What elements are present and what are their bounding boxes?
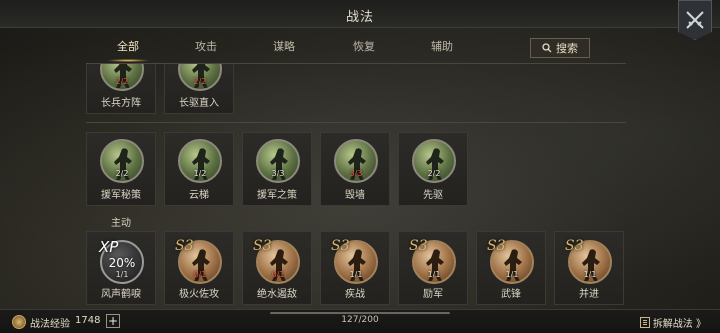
skill-count: 3/3 xyxy=(349,169,363,178)
progress-handle xyxy=(270,312,450,314)
skill-count: 1/1 xyxy=(583,270,597,279)
skill-percent: 20% xyxy=(108,256,136,270)
skill-count: 2/2 xyxy=(115,169,129,178)
search-label: 搜索 xyxy=(556,42,578,55)
skill-icon: 2/2 xyxy=(100,139,144,183)
grade-badge: S3 xyxy=(565,238,584,254)
skill-count: 2/2 xyxy=(115,77,129,86)
scroll-icon xyxy=(639,317,650,328)
tab-strategy[interactable]: 谋略 xyxy=(254,36,314,58)
skill-card-jizhan[interactable]: 1/1 S3 疾战 xyxy=(320,231,390,305)
skill-card-wufeng[interactable]: 1/1 S3 武锋 xyxy=(476,231,546,305)
skill-card-jueshuiedi[interactable]: 0/1 S3 绝水遏敌 xyxy=(242,231,312,305)
skill-card-jihuozuogong[interactable]: 0/1 S3 极火佐攻 xyxy=(164,231,234,305)
grade-badge: S3 xyxy=(487,238,506,254)
skill-count: 1/1 xyxy=(349,270,363,279)
tab-attack[interactable]: 攻击 xyxy=(176,36,236,58)
skill-icon: 1/2 xyxy=(178,139,222,183)
skill-name: 并进 xyxy=(579,289,599,300)
tab-support[interactable]: 辅助 xyxy=(412,36,472,58)
skill-count: 1/1 xyxy=(427,270,441,279)
tab-divider xyxy=(86,63,626,64)
skill-name: 毁墙 xyxy=(345,190,365,201)
skill-icon: 3/3 xyxy=(256,139,300,183)
skill-name: 长兵方阵 xyxy=(101,98,141,109)
skill-name: 长驱直入 xyxy=(179,98,219,109)
skill-card-yuanjunzhice[interactable]: 3/3 援军之策 xyxy=(242,132,312,206)
skill-count: 2/2 xyxy=(193,77,207,86)
skill-name: 励军 xyxy=(423,289,443,300)
crossed-swords-icon xyxy=(686,11,704,29)
section-label-active: 主动 xyxy=(111,218,131,229)
skill-name: 绝水遏敌 xyxy=(257,289,297,300)
skill-count: 1/2 xyxy=(193,169,207,178)
skill-count: 0/1 xyxy=(271,270,285,279)
skill-card-bingjin[interactable]: 1/1 S3 并进 xyxy=(554,231,624,305)
dismantle-button[interactable]: 拆解战法 》 xyxy=(639,315,706,330)
search-button[interactable]: 搜索 xyxy=(530,38,590,58)
skill-name: 云梯 xyxy=(189,190,209,201)
skill-name: 先驱 xyxy=(423,190,443,201)
tab-recovery[interactable]: 恢复 xyxy=(334,36,394,58)
skill-icon: 2/2 xyxy=(412,139,456,183)
skill-name: 援军秘策 xyxy=(101,190,141,201)
tab-all[interactable]: 全部 xyxy=(98,36,158,62)
top-bar: 战法 xyxy=(0,0,720,28)
skill-count: 0/1 xyxy=(193,270,207,279)
skill-count: 3/3 xyxy=(271,169,285,178)
close-button[interactable] xyxy=(678,0,712,40)
grade-badge: S3 xyxy=(331,238,350,254)
skill-name: 风声鹤唳 xyxy=(101,289,141,300)
skill-card-xianqu[interactable]: 2/2 先驱 xyxy=(398,132,468,206)
skill-name: 武锋 xyxy=(501,289,521,300)
skill-name: 援军之策 xyxy=(257,190,297,201)
skill-card-fengshenghelei[interactable]: 20% 1/1 XP 风声鹤唳 xyxy=(86,231,156,305)
skill-count: 2/2 xyxy=(427,169,441,178)
skill-card-huiqiang[interactable]: 3/3 毁墙 xyxy=(320,132,390,206)
skill-count-progress: 127/200 xyxy=(341,315,379,325)
grade-badge: S3 xyxy=(409,238,428,254)
xp-badge: XP xyxy=(99,238,119,256)
skill-name: 疾战 xyxy=(345,289,365,300)
search-icon xyxy=(542,43,552,53)
skill-card-yuanjunmice[interactable]: 2/2 援军秘策 xyxy=(86,132,156,206)
skill-count: 1/1 xyxy=(505,270,519,279)
grade-badge: S3 xyxy=(175,238,194,254)
skill-name: 极火佐攻 xyxy=(179,289,219,300)
skill-count: 1/1 xyxy=(115,270,129,279)
page-title: 战法 xyxy=(345,10,374,25)
skill-card-lijun[interactable]: 1/1 S3 励军 xyxy=(398,231,468,305)
skill-icon: 3/3 xyxy=(334,139,378,183)
section-divider xyxy=(86,122,626,123)
skill-card-yunti[interactable]: 1/2 云梯 xyxy=(164,132,234,206)
dismantle-label: 拆解战法 》 xyxy=(652,319,706,330)
grade-badge: S3 xyxy=(253,238,272,254)
bottom-bar: 战法经验 1748 + 127/200 拆解战法 》 xyxy=(0,309,720,333)
